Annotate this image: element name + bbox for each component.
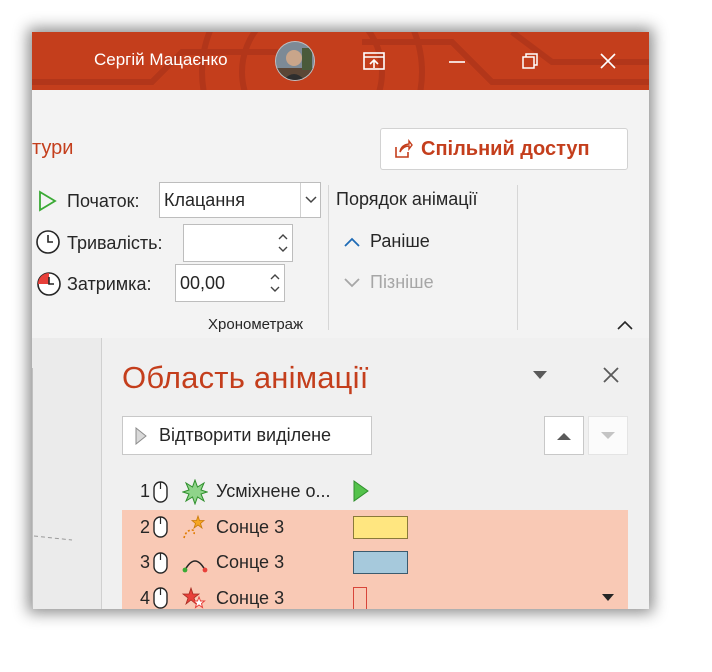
triangle-up-icon: [557, 432, 571, 440]
mouse-click-icon: [153, 552, 171, 574]
animation-item-name: Сонце 3: [216, 516, 285, 537]
animation-pane-title: Область анімації: [122, 360, 369, 395]
animation-item-4[interactable]: 4 Сонце 3: [122, 580, 628, 609]
spin-down-icon[interactable]: [270, 286, 280, 292]
animation-number: 1: [139, 481, 150, 502]
ribbon-animations: тури Спільний доступ Початок: Клацання Т…: [32, 90, 649, 338]
start-select-value: Клацання: [164, 189, 245, 210]
play-selected-button[interactable]: Відтворити виділене: [122, 416, 372, 455]
reorder-title: Порядок анімації: [336, 189, 478, 209]
minimize-button[interactable]: [437, 44, 477, 78]
group-separator: [328, 185, 329, 330]
arc-path-icon: [182, 550, 208, 576]
spin-down-icon[interactable]: [278, 246, 288, 252]
close-window-button[interactable]: [588, 44, 628, 78]
collapse-ribbon-icon[interactable]: [617, 320, 633, 330]
list-scroll-down-icon[interactable]: [602, 593, 614, 602]
start-select[interactable]: Клацання: [159, 182, 321, 218]
slide-editing-area[interactable]: [32, 338, 102, 609]
animation-number: 3: [139, 552, 150, 573]
mouse-click-icon: [153, 481, 171, 503]
user-name[interactable]: Сергій Мацаєнко: [94, 50, 228, 70]
pane-options-icon[interactable]: [532, 370, 548, 380]
group-separator: [517, 185, 518, 330]
play-icon: [135, 426, 147, 445]
timing-play-marker: [353, 480, 369, 502]
share-icon: [395, 139, 413, 158]
move-up-button[interactable]: [544, 416, 584, 455]
powerpoint-window: Сергій Мацаєнко тури Спільний доступ Поч…: [32, 32, 649, 609]
animation-list: 1 Усміхнене о... 2 Сонце 3 3 Сонце 3 4 С…: [122, 474, 628, 609]
delay-label: Затримка:: [67, 274, 152, 294]
animation-number: 2: [139, 516, 150, 537]
clock-icon: [36, 230, 60, 254]
chevron-down-icon: [344, 277, 360, 287]
animation-item-3[interactable]: 3 Сонце 3: [122, 545, 628, 581]
animation-pane: Область анімації Відтворити виділене 1 У…: [104, 338, 649, 609]
spin-up-icon[interactable]: [270, 274, 280, 280]
title-bar: Сергій Мацаєнко: [32, 32, 649, 90]
move-later-label: Пізніше: [370, 272, 434, 292]
slide-guide-line: [33, 535, 73, 541]
timing-bar[interactable]: [353, 551, 408, 574]
burst-star-icon: [182, 478, 208, 505]
animation-item-1[interactable]: 1 Усміхнене о...: [122, 474, 628, 510]
move-later-button[interactable]: Пізніше: [344, 272, 434, 293]
delay-spinner[interactable]: 00,00: [175, 264, 285, 302]
restore-button[interactable]: [510, 44, 550, 78]
play-selected-label: Відтворити виділене: [159, 425, 332, 445]
move-earlier-label: Раніше: [370, 231, 430, 251]
path-star-icon: [182, 514, 208, 540]
animation-item-2[interactable]: 2 Сонце 3: [122, 509, 628, 545]
triangle-down-icon: [601, 431, 615, 439]
exit-star-icon: [182, 585, 208, 609]
minimize-icon: [449, 61, 465, 63]
ribbon-display-icon: [363, 52, 385, 70]
timing-bar[interactable]: [353, 586, 367, 609]
spin-up-icon[interactable]: [278, 234, 288, 240]
start-label: Початок:: [67, 191, 140, 211]
duration-label: Тривалість:: [67, 233, 163, 253]
mouse-click-icon: [153, 516, 171, 538]
duration-spinner[interactable]: [183, 224, 293, 262]
move-down-button[interactable]: [588, 416, 628, 455]
animation-item-name: Усміхнене о...: [216, 481, 331, 502]
chevron-down-icon[interactable]: [300, 183, 320, 217]
mouse-click-icon: [153, 587, 171, 609]
restore-icon: [522, 53, 538, 69]
start-play-icon: [39, 190, 57, 212]
chevron-up-icon: [344, 237, 360, 247]
move-earlier-button[interactable]: Раніше: [344, 231, 430, 252]
delay-clock-icon: [37, 272, 61, 296]
delay-value: 00,00: [180, 272, 226, 293]
animation-number: 4: [139, 587, 150, 608]
tab-shapes-fragment[interactable]: тури: [32, 137, 73, 160]
share-button[interactable]: Спільний доступ: [380, 128, 628, 170]
user-avatar[interactable]: [275, 41, 315, 81]
share-button-label: Спільний доступ: [421, 137, 590, 160]
animation-item-name: Сонце 3: [216, 587, 285, 608]
animation-item-name: Сонце 3: [216, 552, 285, 573]
timing-group-label: Хронометраж: [208, 316, 304, 333]
close-pane-icon[interactable]: [602, 366, 620, 384]
timing-bar[interactable]: [353, 515, 408, 539]
close-icon: [600, 53, 616, 69]
ribbon-display-options-button[interactable]: [354, 44, 394, 78]
